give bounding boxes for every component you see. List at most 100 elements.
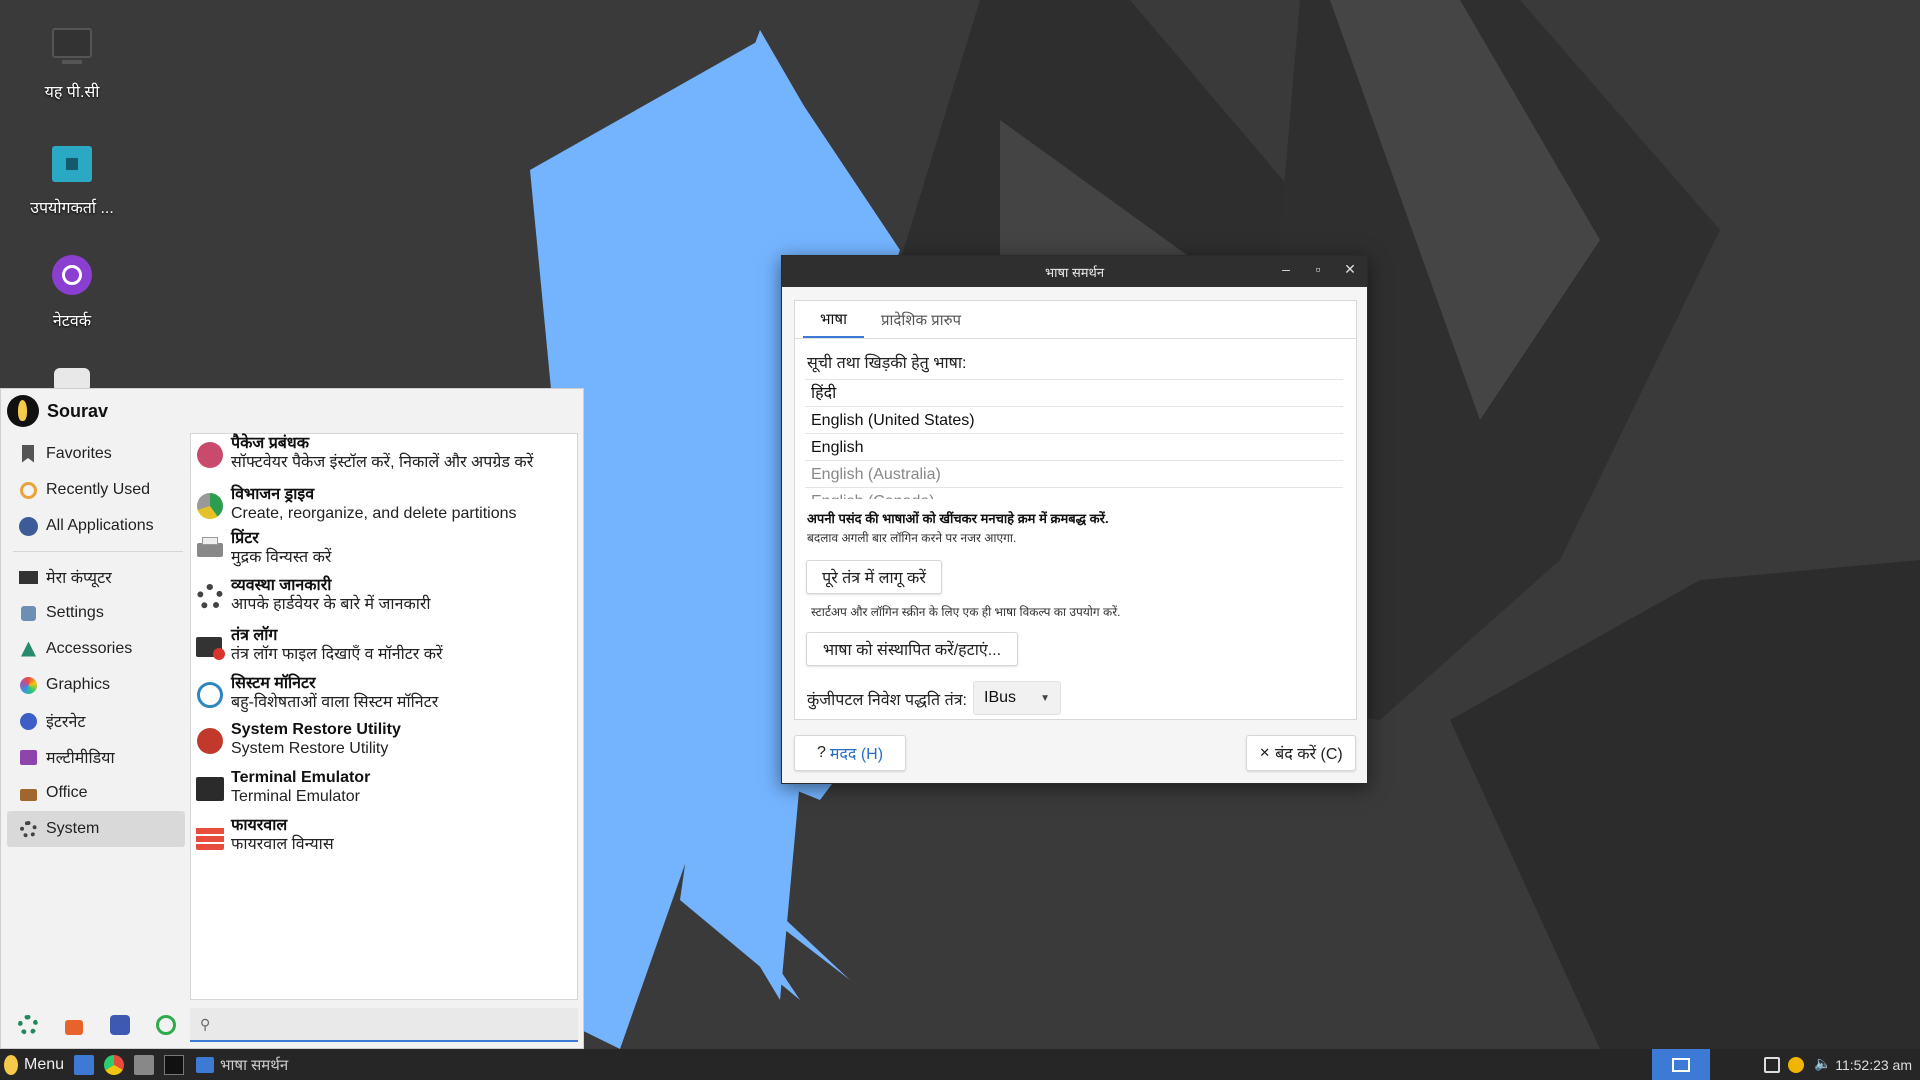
- app-name: व्यवस्था जानकारी: [231, 577, 332, 594]
- file-manager-icon[interactable]: [134, 1055, 154, 1075]
- app-name: Terminal Emulator: [231, 769, 371, 786]
- desktop-icon-label: उपयोगकर्ता ...: [30, 200, 114, 217]
- app-firewall[interactable]: फायरवाल फायरवाल विन्यास: [195, 816, 573, 854]
- category-settings[interactable]: Settings: [7, 595, 185, 631]
- logout-icon[interactable]: [155, 1014, 177, 1036]
- app-name: विभाजन ड्राइव: [231, 486, 315, 503]
- help-label: मदद (H): [829, 746, 884, 763]
- chevron-down-icon: ▼: [1040, 692, 1050, 704]
- category-label: Graphics: [46, 676, 111, 693]
- switch-user-icon[interactable]: [109, 1014, 131, 1036]
- minimize-icon[interactable]: –: [1277, 261, 1295, 278]
- system-monitor-icon: [195, 680, 225, 710]
- help-icon: ?: [816, 744, 826, 761]
- volume-icon[interactable]: 🔈: [1814, 1055, 1831, 1071]
- app-list: पैकेज प्रबंधक सॉफ्टवेयर पैकेज इंस्टॉल करे…: [190, 433, 578, 1000]
- menu-search-bar[interactable]: ⚲: [190, 1008, 578, 1042]
- software-manager-icon[interactable]: [17, 1014, 39, 1036]
- category-favorites[interactable]: Favorites: [7, 436, 185, 472]
- app-printer[interactable]: प्रिंटर मुद्रक विन्यस्त करें: [195, 529, 573, 567]
- language-panel: भाषा प्रादेशिक प्रारुप सूची तथा खिड़की ह…: [794, 300, 1357, 720]
- close-label: बंद करें (C): [1275, 746, 1343, 763]
- language-item[interactable]: English (Australia): [805, 461, 1343, 488]
- category-all-applications[interactable]: All Applications: [7, 508, 185, 544]
- category-multimedia[interactable]: मल्टीमीडिया: [7, 739, 185, 775]
- language-item[interactable]: हिंदी: [805, 380, 1343, 407]
- clock-icon: [19, 481, 38, 500]
- chrome-icon[interactable]: [104, 1055, 124, 1075]
- category-graphics[interactable]: Graphics: [7, 667, 185, 703]
- search-input[interactable]: [218, 1015, 559, 1033]
- category-recently-used[interactable]: Recently Used: [7, 472, 185, 508]
- printer-icon: [195, 535, 225, 565]
- system-info-icon: [195, 582, 225, 612]
- apply-system-wide-button[interactable]: पूरे तंत्र में लागू करें: [806, 560, 942, 594]
- help-button[interactable]: ? मदद (H): [794, 735, 906, 771]
- category-label: इंटरनेट: [46, 714, 86, 731]
- app-system-restore[interactable]: System Restore Utility System Restore Uti…: [195, 720, 573, 758]
- desktop-icon-this-pc[interactable]: यह पी.सी: [9, 24, 135, 102]
- language-item[interactable]: English (United States): [805, 407, 1343, 434]
- window-titlebar[interactable]: भाषा समर्थन – ▫ ✕: [782, 256, 1367, 287]
- relogin-hint: बदलाव अगली बार लॉगिन करने पर नजर आएगा.: [807, 531, 1017, 545]
- clock[interactable]: 11:52:23 am: [1835, 1049, 1912, 1080]
- update-manager-icon[interactable]: [1788, 1057, 1804, 1073]
- keyboard-input-method-label: कुंजीपटल निवेश पद्धति तंत्र:: [807, 692, 967, 709]
- notifications-icon[interactable]: [1764, 1057, 1780, 1073]
- category-system[interactable]: System: [7, 811, 185, 847]
- window-title: भाषा समर्थन: [1044, 264, 1105, 280]
- category-label: Settings: [46, 604, 104, 621]
- close-icon[interactable]: ✕: [1341, 261, 1359, 278]
- workspace-switcher[interactable]: [1652, 1049, 1710, 1080]
- network-icon: [48, 253, 96, 301]
- app-terminal[interactable]: Terminal Emulator Terminal Emulator: [195, 768, 573, 806]
- app-name: तंत्र लॉग: [231, 627, 278, 644]
- category-internet[interactable]: इंटरनेट: [7, 703, 185, 739]
- category-separator: [13, 551, 183, 552]
- app-system-monitor[interactable]: सिस्टम मॉनिटर बहु-विशेषताओं वाला सिस्टम म…: [195, 674, 573, 712]
- desktop-icon-label: यह पी.सी: [44, 84, 100, 101]
- drag-hint: अपनी पसंद की भाषाओं को खींचकर मनचाहे क्र…: [807, 511, 1109, 526]
- app-description: System Restore Utility: [231, 740, 389, 757]
- startup-hint: स्टार्टअप और लॉगिन स्क्रीन के लिए एक ही …: [811, 605, 1121, 619]
- app-package-manager[interactable]: पैकेज प्रबंधक सॉफ्टवेयर पैकेज इंस्टॉल करे…: [195, 434, 573, 472]
- category-label: Office: [46, 784, 88, 801]
- close-button[interactable]: ✕ बंद करें (C): [1246, 735, 1356, 771]
- app-name: प्रिंटर: [231, 530, 259, 547]
- app-system-log[interactable]: तंत्र लॉग तंत्र लॉग फाइल दिखाएँ व मॉनीटर …: [195, 626, 573, 664]
- internet-icon: [19, 712, 38, 731]
- menu-user[interactable]: Sourav: [7, 395, 108, 427]
- category-my-computer[interactable]: मेरा कंप्यूटर: [7, 559, 185, 595]
- app-partition-drive[interactable]: विभाजन ड्राइव Create, reorganize, and del…: [195, 485, 573, 523]
- language-support-window: भाषा समर्थन – ▫ ✕ भाषा प्रादेशिक प्रारुप…: [781, 255, 1368, 784]
- firewall-icon: [195, 822, 225, 852]
- keyboard-input-method-select[interactable]: IBus ▼: [973, 681, 1061, 715]
- show-desktop-icon[interactable]: [74, 1055, 94, 1075]
- language-item[interactable]: English: [805, 434, 1343, 461]
- package-manager-icon: [195, 440, 225, 470]
- start-menu: Sourav Favorites Recently Used All Appli…: [0, 388, 584, 1049]
- desktop-icon-network[interactable]: नेटवर्क: [9, 253, 135, 331]
- lock-icon[interactable]: [63, 1014, 85, 1036]
- language-item[interactable]: English (Canada): [805, 488, 1343, 499]
- taskbar-window-language-support[interactable]: भाषा समर्थन: [196, 1049, 288, 1080]
- maximize-icon[interactable]: ▫: [1309, 261, 1327, 278]
- category-accessories[interactable]: Accessories: [7, 631, 185, 667]
- app-description: सॉफ्टवेयर पैकेज इंस्टॉल करें, निकालें और…: [231, 454, 534, 471]
- language-list[interactable]: हिंदी English (United States) English En…: [805, 379, 1343, 499]
- tab-bar: भाषा प्रादेशिक प्रारुप: [795, 301, 1356, 339]
- category-office[interactable]: Office: [7, 775, 185, 811]
- menu-bottom-actions: [17, 1014, 177, 1036]
- desktop-icon-home[interactable]: उपयोगकर्ता ...: [9, 140, 135, 218]
- terminal-icon[interactable]: [164, 1055, 184, 1075]
- menu-logo-icon: [4, 1054, 18, 1075]
- computer-icon: [19, 568, 38, 587]
- category-label: Favorites: [46, 445, 112, 462]
- app-system-info[interactable]: व्यवस्था जानकारी आपके हार्डवेयर के बारे म…: [195, 576, 573, 614]
- apps-icon: [19, 516, 38, 536]
- tab-regional-formats[interactable]: प्रादेशिक प्रारुप: [864, 301, 978, 338]
- menu-button[interactable]: Menu: [4, 1049, 64, 1080]
- tab-language[interactable]: भाषा: [803, 301, 864, 338]
- category-label: All Applications: [46, 517, 154, 534]
- install-remove-languages-button[interactable]: भाषा को संस्थापित करें/हटाएं...: [806, 632, 1018, 666]
